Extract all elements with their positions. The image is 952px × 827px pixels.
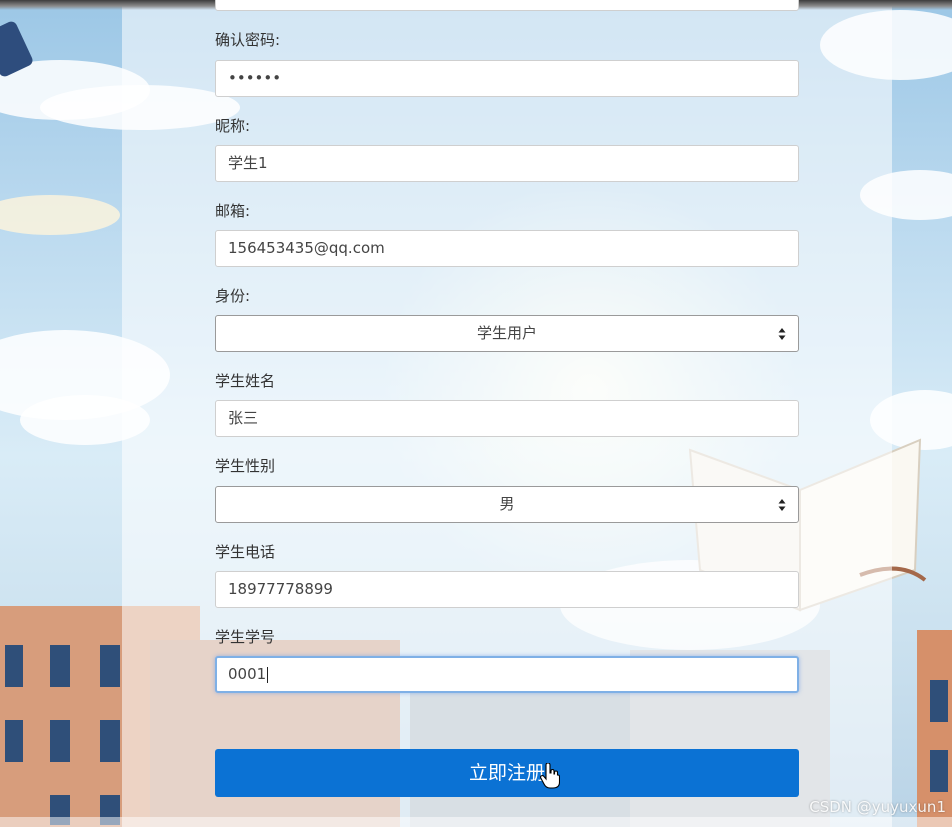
email-input[interactable]: 156453435@qq.com (215, 230, 799, 267)
student-name-label: 学生姓名 (215, 372, 276, 390)
student-phone-label: 学生电话 (215, 543, 276, 561)
student-gender-select[interactable]: 男 (215, 486, 799, 523)
confirm-password-label: 确认密码: (215, 31, 281, 49)
bottom-edge (0, 817, 952, 827)
select-updown-icon (778, 328, 786, 340)
nickname-input[interactable]: 学生1 (215, 145, 799, 182)
role-label: 身份: (215, 287, 251, 305)
student-phone-input[interactable]: 18977778899 (215, 571, 799, 608)
student-id-input[interactable]: 0001 (215, 656, 799, 693)
register-button[interactable]: 立即注册 (215, 749, 799, 797)
student-id-label: 学生学号 (215, 628, 276, 646)
building-window (5, 645, 23, 687)
nickname-label: 昵称: (215, 117, 251, 135)
building-window (930, 680, 948, 722)
text-caret (267, 666, 269, 683)
building-window (5, 720, 23, 762)
watermark: CSDN @yuyuxun1 (809, 798, 946, 816)
building-window (50, 720, 70, 762)
student-gender-label: 学生性别 (215, 457, 276, 475)
confirm-password-input[interactable]: •••••• (215, 60, 799, 97)
student-id-value: 0001 (228, 665, 267, 683)
role-select-value: 学生用户 (476, 324, 537, 342)
password-input-partial[interactable] (215, 0, 799, 11)
hand-pointer-icon (540, 763, 560, 789)
role-select[interactable]: 学生用户 (215, 315, 799, 352)
building-window (100, 645, 120, 687)
building-window (50, 645, 70, 687)
building-window (100, 720, 120, 762)
cloud (0, 195, 120, 235)
select-updown-icon (778, 499, 786, 511)
building-window (930, 750, 948, 792)
student-gender-value: 男 (499, 495, 515, 513)
student-name-input[interactable]: 张三 (215, 400, 799, 437)
email-label: 邮箱: (215, 202, 251, 220)
